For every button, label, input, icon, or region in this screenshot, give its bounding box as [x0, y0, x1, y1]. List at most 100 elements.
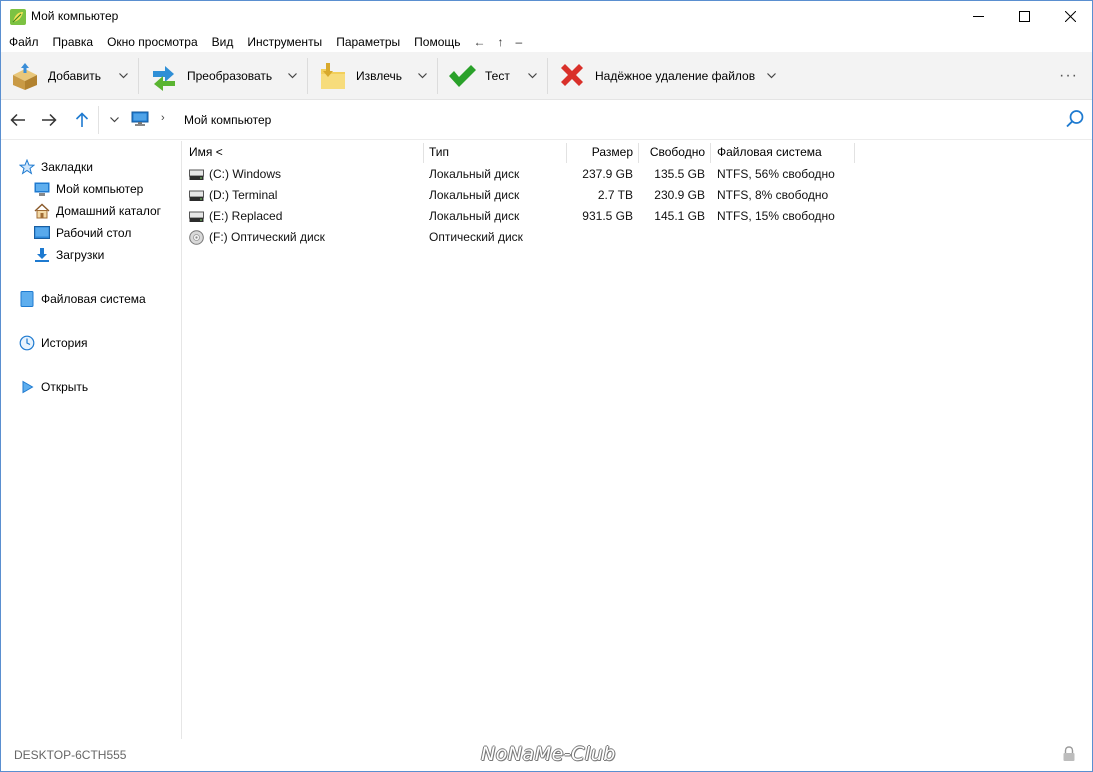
column-header-filesystem[interactable]: Файловая система [717, 141, 847, 163]
red-x-icon [557, 61, 587, 91]
sidebar-filesystem[interactable]: Файловая система [19, 289, 146, 309]
cell-size: 931.5 GB [582, 209, 633, 223]
forward-button[interactable] [37, 108, 61, 132]
status-bar: DESKTOP-6CTH555 NoNaMe-Club [1, 739, 1092, 771]
convert-icon [149, 61, 179, 91]
minimize-icon [972, 16, 984, 17]
secure-delete-label: Надёжное удаление файлов [595, 68, 756, 83]
sidebar-item-desktop[interactable]: Рабочий стол [34, 223, 131, 243]
search-icon[interactable] [1065, 109, 1085, 129]
column-divider[interactable] [423, 143, 424, 163]
menu-help[interactable]: Помощь [407, 32, 467, 52]
cell-type: Оптический диск [429, 230, 523, 244]
table-row[interactable]: (C:) Windows Локальный диск 237.9 GB 135… [183, 164, 1092, 185]
address-bar: › Мой компьютер [1, 100, 1092, 140]
menu-edit[interactable]: Правка [46, 32, 101, 52]
convert-dropdown[interactable] [282, 52, 302, 99]
test-label: Тест [485, 68, 510, 83]
history-dropdown[interactable] [102, 108, 126, 132]
toolbar: Добавить Преобразовать Извлечь Тест Надё… [1, 52, 1092, 100]
convert-button[interactable]: Преобразовать [149, 52, 272, 99]
menu-file[interactable]: Файл [2, 32, 46, 52]
breadcrumb-chevron[interactable]: › [161, 112, 165, 124]
cell-free: 135.5 GB [654, 167, 705, 181]
add-button[interactable]: Добавить [10, 52, 101, 99]
computer-icon [34, 181, 50, 197]
minimize-button[interactable] [955, 1, 1001, 32]
sidebar-item-my-computer[interactable]: Мой компьютер [34, 179, 143, 199]
sidebar-item-label: Домашний каталог [56, 204, 161, 218]
chevron-down-icon [109, 117, 119, 123]
chevron-down-icon [417, 72, 427, 78]
sidebar-bookmarks[interactable]: Закладки [19, 157, 93, 177]
sidebar-item-label: Мой компьютер [56, 182, 144, 196]
menu-back-arrow[interactable]: ← [468, 32, 492, 52]
test-dropdown[interactable] [522, 52, 542, 99]
menu-tools[interactable]: Инструменты [240, 32, 329, 52]
column-divider[interactable] [710, 143, 711, 163]
column-header-size[interactable]: Размер [567, 141, 633, 163]
star-icon [19, 159, 35, 175]
toolbar-separator [547, 58, 548, 94]
sidebar-history-label: История [41, 336, 88, 350]
column-header-name[interactable]: Имя < [189, 141, 419, 163]
cell-free: 145.1 GB [654, 209, 705, 223]
app-window: Мой компьютер Файл Правка Окно просмотра… [0, 0, 1093, 772]
menu-view[interactable]: Вид [205, 32, 241, 52]
toolbar-separator [138, 58, 139, 94]
close-button[interactable] [1047, 1, 1093, 32]
cell-free [639, 227, 705, 248]
maximize-button[interactable] [1001, 1, 1047, 32]
lock-icon[interactable] [1062, 746, 1076, 762]
extract-button[interactable]: Извлечь [318, 52, 402, 99]
up-button[interactable] [70, 108, 94, 132]
computer-icon [131, 111, 149, 126]
cell-name: (E:) Replaced [209, 209, 283, 223]
chevron-down-icon [527, 72, 537, 78]
cell-type: Локальный диск [429, 209, 520, 223]
file-system-icon [19, 291, 35, 307]
sidebar-bookmarks-label: Закладки [41, 160, 93, 174]
chevron-down-icon [118, 72, 128, 78]
sidebar-history[interactable]: История [19, 333, 88, 353]
sidebar-item-home[interactable]: Домашний каталог [34, 201, 161, 221]
menu-options[interactable]: Параметры [329, 32, 407, 52]
extract-icon [318, 61, 348, 91]
clock-icon [19, 335, 35, 351]
sidebar-item-label: Рабочий стол [56, 226, 132, 240]
download-icon [34, 247, 50, 263]
secure-delete-button[interactable]: Надёжное удаление файлов [557, 52, 755, 99]
toolbar-separator [437, 58, 438, 94]
sidebar-item-label: Загрузки [56, 248, 105, 262]
file-list: Имя < Тип Размер Свободно Файловая систе… [183, 141, 1092, 739]
menu-bar: Файл Правка Окно просмотра Вид Инструмен… [1, 32, 1092, 52]
window-title: Мой компьютер [31, 9, 119, 23]
column-header-free[interactable]: Свободно [639, 141, 705, 163]
more-options-button[interactable]: ··· [1059, 52, 1078, 99]
maximize-icon [1018, 11, 1030, 22]
column-header-type[interactable]: Тип [429, 141, 559, 163]
test-button[interactable]: Тест [447, 52, 510, 99]
extract-dropdown[interactable] [412, 52, 432, 99]
play-icon [19, 379, 35, 395]
table-row[interactable]: (E:) Replaced Локальный диск 931.5 GB 14… [183, 206, 1092, 227]
computer-name: DESKTOP-6CTH555 [14, 748, 127, 762]
cell-size: 2.7 TB [597, 188, 633, 202]
add-archive-icon [10, 61, 40, 91]
table-row[interactable]: (D:) Terminal Локальный диск 2.7 TB 230.… [183, 185, 1092, 206]
secure-delete-dropdown[interactable] [761, 52, 781, 99]
menu-up-arrow[interactable]: ↑ [492, 32, 510, 52]
sidebar-item-downloads[interactable]: Загрузки [34, 245, 104, 265]
close-icon [1064, 11, 1076, 22]
menu-dash[interactable]: – [510, 32, 529, 52]
menu-view-window[interactable]: Окно просмотра [100, 32, 205, 52]
table-row[interactable]: (F:) Оптический диск Оптический диск [183, 227, 1092, 248]
column-divider[interactable] [854, 143, 855, 163]
checkmark-icon [447, 61, 477, 91]
sidebar-filesystem-label: Файловая система [41, 292, 146, 306]
add-dropdown[interactable] [113, 52, 133, 99]
address-path[interactable]: Мой компьютер [184, 113, 271, 127]
back-button[interactable] [6, 108, 30, 132]
sidebar-open[interactable]: Открыть [19, 377, 88, 397]
cell-size: 237.9 GB [582, 167, 633, 181]
